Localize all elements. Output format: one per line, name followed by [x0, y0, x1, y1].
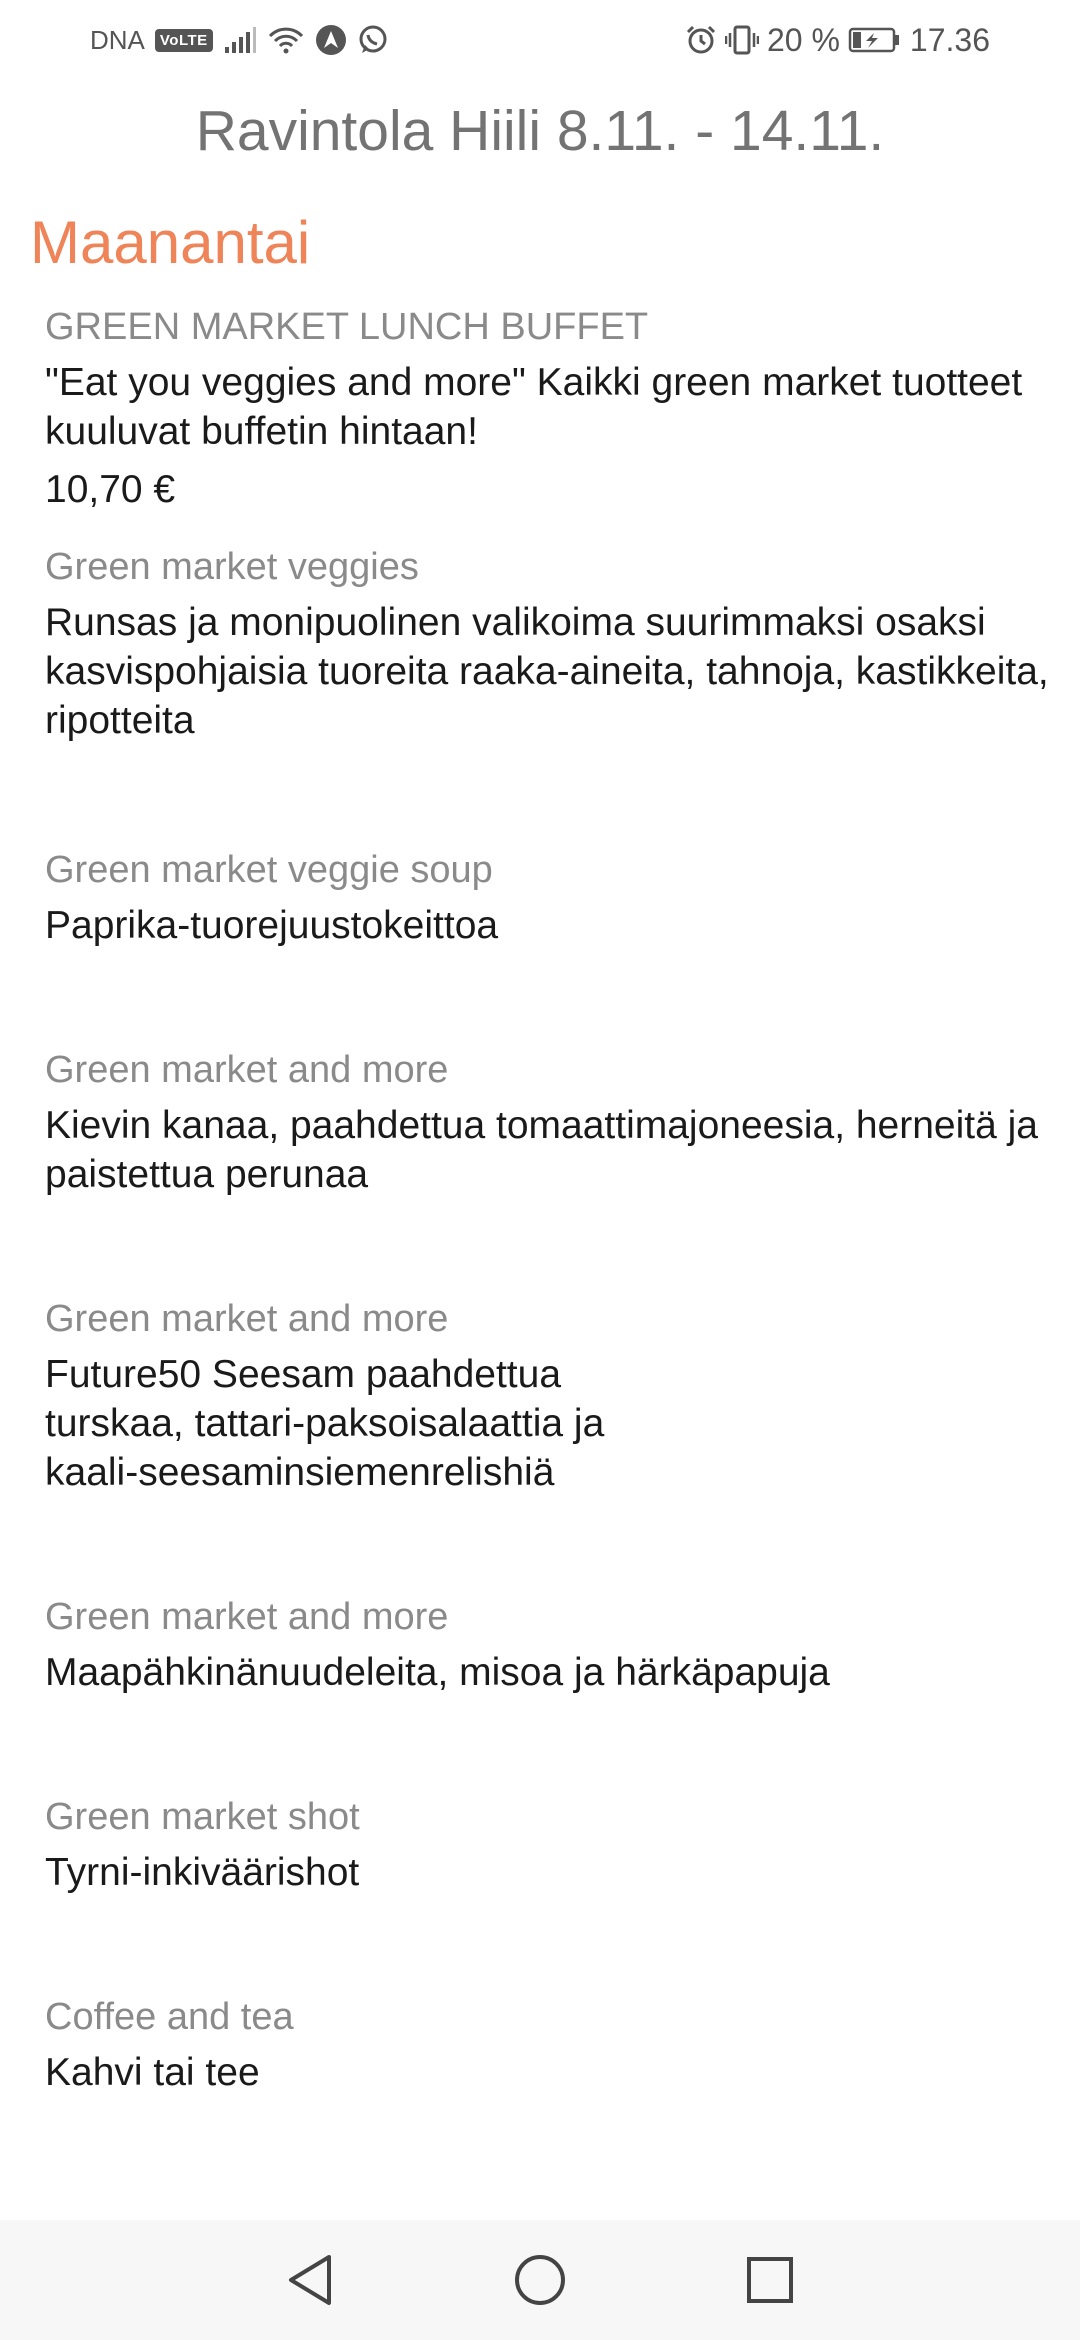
item-description: Kahvi tai tee — [45, 2051, 260, 2094]
clock: 17.36 — [909, 21, 990, 58]
back-button[interactable] — [280, 2250, 340, 2310]
item-description-line: turskaa, tattari-paksoisalaattia ja — [45, 1402, 605, 1445]
battery-charging-icon — [848, 25, 902, 55]
recents-icon — [747, 2257, 793, 2303]
menu-item: GREEN MARKET LUNCH BUFFET "Eat you veggi… — [45, 304, 1055, 514]
item-description-line: Future50 Seesam paahdettua — [45, 1353, 562, 1396]
carrier-label: DNA — [90, 24, 145, 55]
vibrate-icon — [724, 24, 759, 56]
battery-percentage: 20 % — [766, 21, 840, 58]
home-icon — [515, 2255, 565, 2305]
item-category: GREEN MARKET LUNCH BUFFET — [45, 306, 649, 348]
menu-item: Green market veggie soup Paprika-tuoreju… — [45, 847, 1055, 950]
item-category: Coffee and tea — [45, 1996, 294, 2038]
menu-item: Coffee and tea Kahvi tai tee — [45, 1994, 1055, 2097]
menu-item: Green market and more Maapähkinänuudelei… — [45, 1594, 1055, 1697]
page-title: Ravintola Hiili 8.11. - 14.11. — [195, 99, 885, 163]
item-description: Maapähkinänuudeleita, misoa ja härkäpapu… — [45, 1651, 830, 1694]
status-left: DNA VoLTE — [90, 18, 389, 62]
item-description: Kievin kanaa, paahdettua tomaattimajonee… — [45, 1104, 1038, 1196]
item-category: Green market and more — [45, 1049, 449, 1091]
menu-list: GREEN MARKET LUNCH BUFFET "Eat you veggi… — [45, 304, 1055, 2097]
item-description: Future50 Seesam paahdettua turskaa, tatt… — [45, 1350, 1055, 1497]
navigation-bar — [0, 2220, 1080, 2340]
screen: DNA VoLTE 20 % 17.36 Ravintola Hiili 8.1… — [0, 0, 1080, 2340]
item-category: Green market veggies — [45, 546, 419, 588]
item-description-line: kaali-seesaminsiemenrelishiä — [45, 1451, 555, 1494]
item-description: Tyrni-inkiväärishot — [45, 1851, 360, 1894]
day-heading: Maanantai — [30, 209, 311, 276]
alarm-icon — [685, 24, 717, 56]
status-right: 20 % 17.36 — [685, 18, 990, 62]
menu-item: Green market shot Tyrni-inkiväärishot — [45, 1794, 1055, 1897]
recents-button[interactable] — [740, 2250, 800, 2310]
whatsapp-icon — [357, 24, 389, 56]
status-bar: DNA VoLTE 20 % 17.36 — [0, 0, 1080, 80]
item-description: "Eat you veggies and more" Kaikki green … — [45, 361, 1023, 453]
item-category: Green market shot — [45, 1796, 360, 1838]
item-category: Green market and more — [45, 1596, 449, 1638]
item-category: Green market veggie soup — [45, 849, 493, 891]
menu-item: Green market veggies Runsas ja monipuoli… — [45, 544, 1055, 745]
navigation-icon — [315, 24, 347, 56]
item-description: Paprika-tuorejuustokeittoa — [45, 904, 499, 947]
item-category: Green market and more — [45, 1298, 449, 1340]
volte-badge: VoLTE — [154, 28, 213, 52]
wifi-icon — [267, 25, 305, 55]
item-price: 10,70 € — [45, 468, 176, 511]
back-icon — [289, 2255, 331, 2305]
item-description: Runsas ja monipuolinen valikoima suurimm… — [45, 601, 1049, 742]
home-button[interactable] — [510, 2250, 570, 2310]
signal-icon — [223, 25, 257, 55]
menu-item: Green market and more Future50 Seesam pa… — [45, 1296, 1055, 1497]
menu-item: Green market and more Kievin kanaa, paah… — [45, 1047, 1055, 1199]
